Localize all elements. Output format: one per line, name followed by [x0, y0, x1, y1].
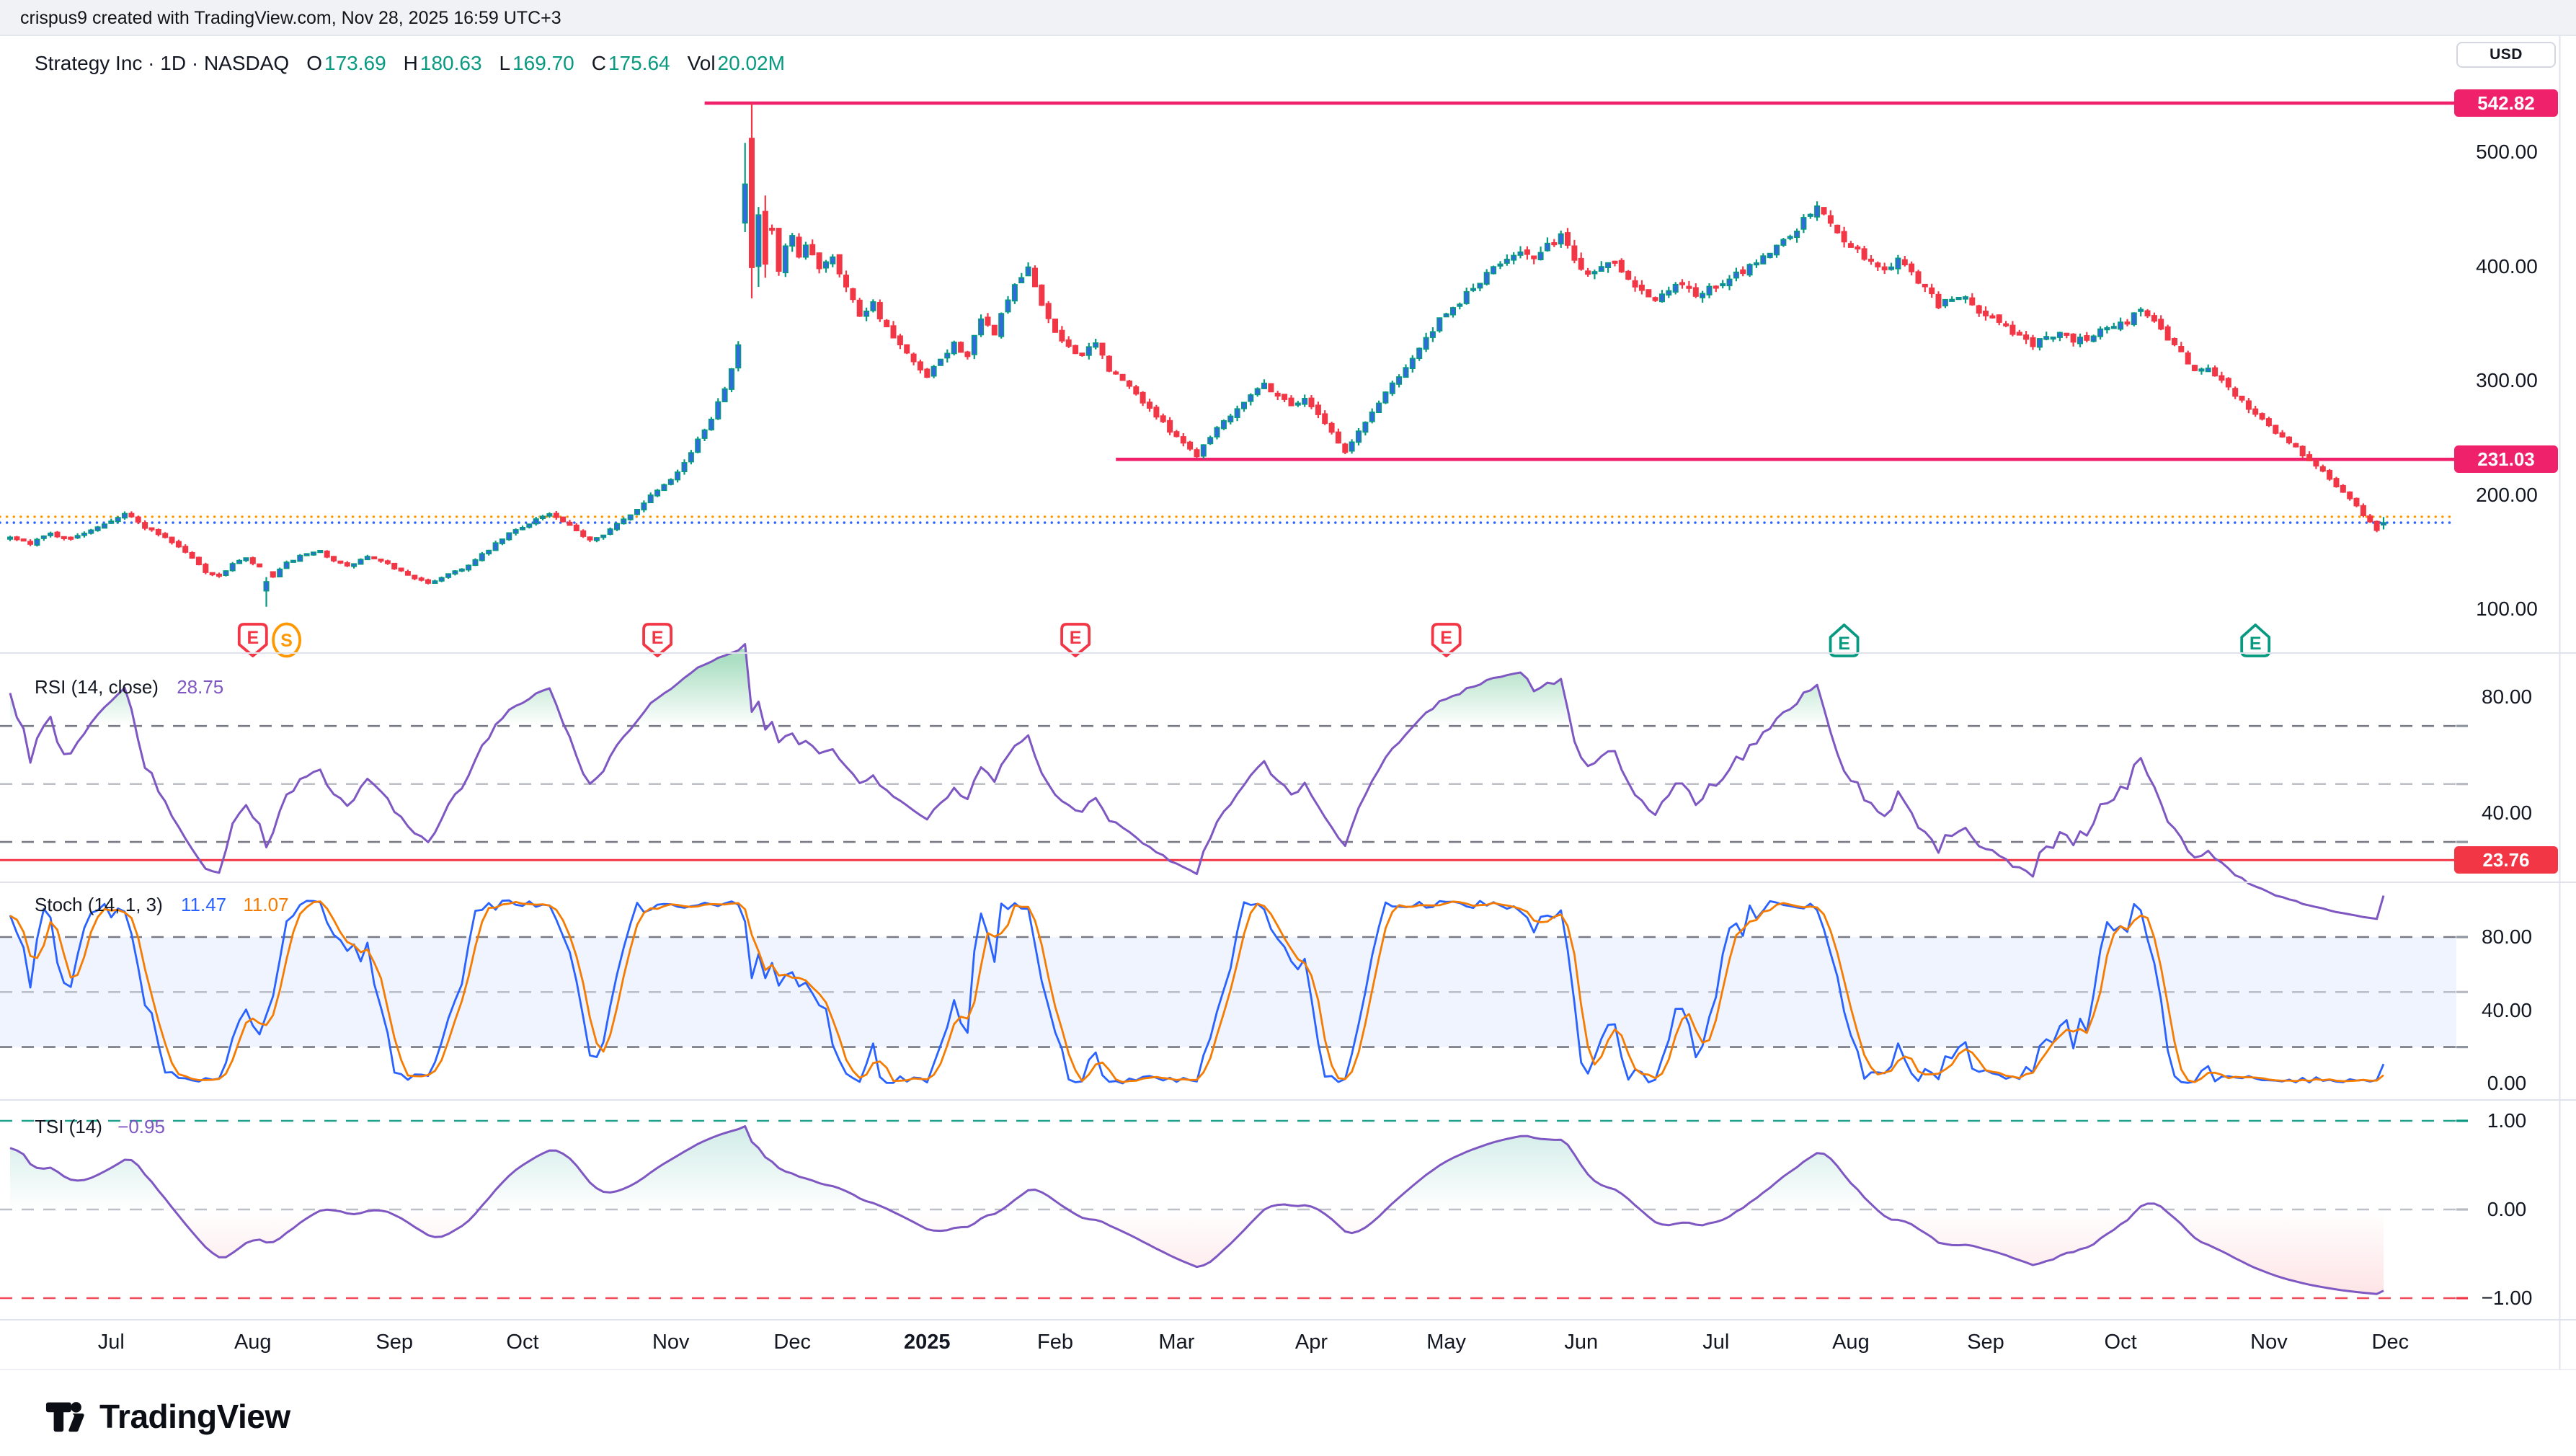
tsi-legend[interactable]: TSI (14) −0.95 [35, 1116, 165, 1138]
rsi-legend[interactable]: RSI (14, close) 28.75 [35, 676, 223, 698]
time-axis-label: Feb [1021, 1331, 1090, 1354]
ohlc-item: H180.63 [404, 52, 482, 74]
stoch-legend[interactable]: Stoch (14, 1, 3) 11.47 11.07 [35, 894, 289, 916]
rsi-line [10, 644, 2384, 919]
tradingview-logo[interactable]: TradingView [45, 1394, 290, 1439]
time-axis-label: Dec [758, 1331, 827, 1354]
rsi-title[interactable]: RSI (14, close) [35, 676, 159, 698]
time-axis-label: Jul [1682, 1331, 1751, 1354]
ohlc-item: L169.70 [499, 52, 574, 74]
time-axis-label: 2025 [892, 1331, 961, 1354]
stoch-title[interactable]: Stoch (14, 1, 3) [35, 894, 163, 915]
svg-text:E: E [1838, 634, 1850, 654]
ohlc-item: C175.64 [592, 52, 670, 74]
svg-text:S: S [280, 631, 293, 651]
time-axis-label: Aug [218, 1331, 288, 1354]
svg-text:E: E [1440, 628, 1452, 648]
rsi-axis-label: 40.00 [2453, 801, 2560, 825]
stoch-axis-label: 40.00 [2453, 998, 2560, 1023]
time-axis-label: Apr [1277, 1331, 1346, 1354]
stoch-d-value: 11.07 [243, 894, 288, 915]
rsi-level-badge[interactable]: 23.76 [2454, 846, 2558, 874]
time-axis-label: Jun [1547, 1331, 1616, 1354]
price-axis-label: 200.00 [2453, 483, 2560, 507]
rsi-value: 28.75 [177, 676, 223, 698]
tsi-negative-fill [10, 1127, 2384, 1295]
time-axis-label: Nov [636, 1331, 706, 1354]
time-axis-label: Aug [1816, 1331, 1886, 1354]
time-axis-label: Sep [360, 1331, 429, 1354]
rsi-axis-label: 80.00 [2453, 685, 2560, 709]
price-axis-label: 500.00 [2453, 140, 2560, 164]
ohlc-item: O173.69 [306, 52, 386, 74]
event-badge-E[interactable]: E [644, 624, 671, 656]
event-badge-E[interactable]: E [2242, 625, 2269, 656]
symbol-title[interactable]: Strategy Inc · 1D · NASDAQ [35, 52, 289, 74]
time-axis-label: Dec [2355, 1331, 2425, 1354]
price-axis-label: 300.00 [2453, 368, 2560, 393]
tsi-axis-label: 0.00 [2453, 1197, 2560, 1222]
svg-text:E: E [1070, 628, 1082, 648]
svg-text:E: E [247, 628, 259, 648]
time-axis-label: Nov [2234, 1331, 2304, 1354]
time-axis-label: Oct [2086, 1331, 2155, 1354]
event-badge-E[interactable]: E [1433, 624, 1460, 656]
stoch-axis-label: 0.00 [2453, 1071, 2560, 1096]
candle-wicks-down [17, 103, 2376, 585]
ohlc-item: Vol20.02M [688, 52, 785, 74]
price-level-badge[interactable]: 231.03 [2454, 445, 2558, 473]
currency-selector[interactable]: USD [2456, 42, 2556, 68]
attribution-bar: crispus9 created with TradingView.com, N… [0, 0, 2576, 36]
stoch-k-value: 11.47 [181, 894, 226, 915]
tradingview-logo-text: TradingView [99, 1397, 290, 1436]
svg-text:E: E [652, 628, 664, 648]
price-level-badge[interactable]: 542.82 [2454, 89, 2558, 117]
tsi-axis-label: 1.00 [2453, 1109, 2560, 1133]
time-axis-label: May [1412, 1331, 1481, 1354]
symbol-legend[interactable]: Strategy Inc · 1D · NASDAQ O173.69 H180.63… [35, 52, 785, 75]
chart-canvas[interactable]: ESEEEEE [0, 0, 2576, 1456]
event-badge-S[interactable]: S [273, 624, 300, 657]
event-badge-E[interactable]: E [1062, 624, 1089, 656]
candle-wicks-up [10, 143, 2384, 607]
attribution-text: crispus9 created with TradingView.com, N… [20, 0, 561, 36]
event-badge-E[interactable]: E [1831, 625, 1858, 656]
tsi-title[interactable]: TSI (14) [35, 1116, 102, 1137]
time-axis-label: Mar [1142, 1331, 1211, 1354]
price-axis-label: 400.00 [2453, 254, 2560, 279]
tradingview-chart-window: E S E E E E E crispus9 created with TradingVie… [0, 0, 2576, 1456]
tsi-value: −0.95 [117, 1116, 165, 1137]
time-axis-label: Sep [1951, 1331, 2020, 1354]
tsi-axis-label: −1.00 [2453, 1286, 2560, 1310]
price-axis-label: 100.00 [2453, 597, 2560, 621]
time-axis-label: Jul [76, 1331, 146, 1354]
tradingview-mark-icon [45, 1394, 89, 1439]
stoch-axis-label: 80.00 [2453, 925, 2560, 949]
time-axis-label: Oct [488, 1331, 557, 1354]
event-badge-E[interactable]: E [239, 624, 267, 656]
svg-text:E: E [2249, 634, 2262, 654]
